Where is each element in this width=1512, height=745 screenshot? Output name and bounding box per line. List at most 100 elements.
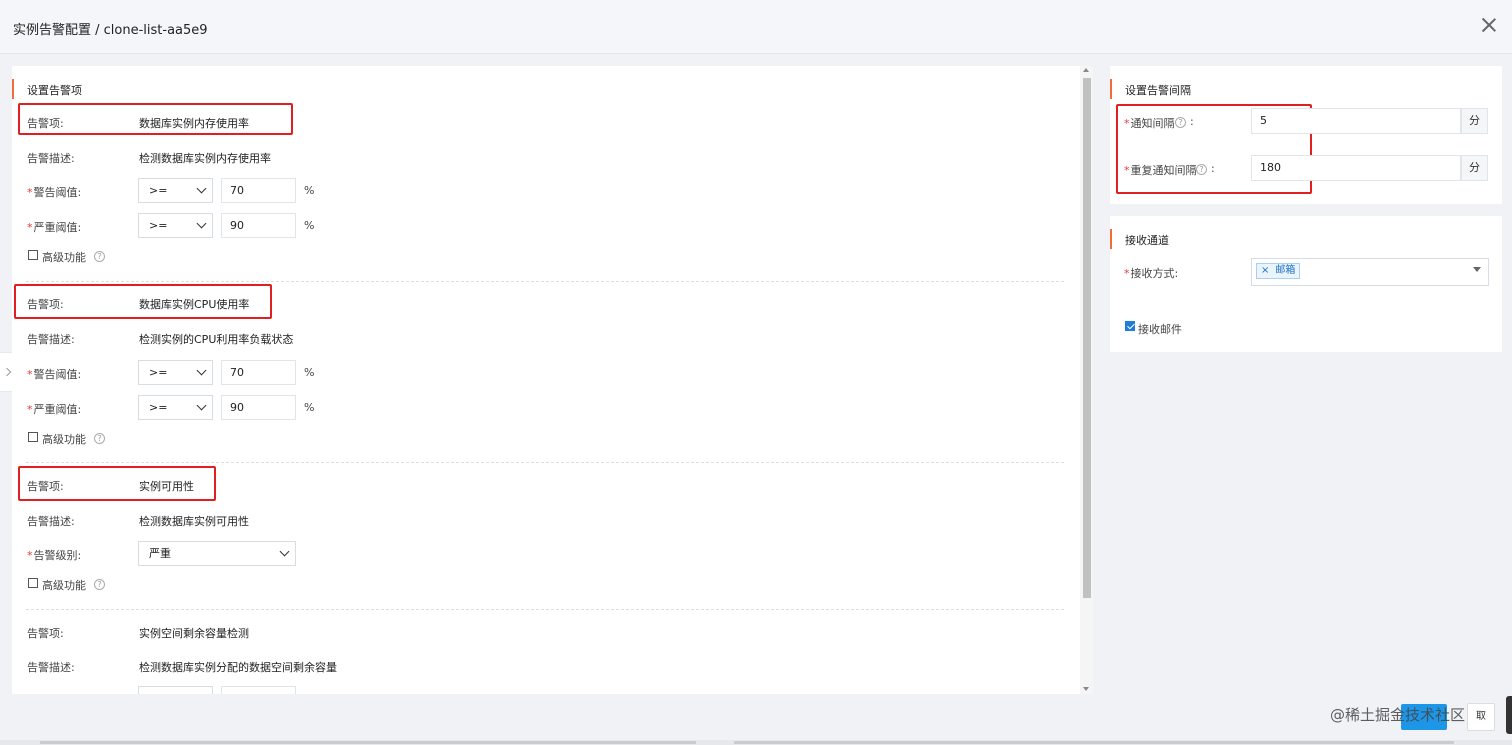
crit-threshold-input[interactable]: 90	[221, 213, 296, 238]
advanced-checkbox[interactable]	[28, 578, 38, 588]
repeat-interval-label-text: 重复通知间隔	[1130, 164, 1197, 177]
select-value: >=	[149, 401, 168, 414]
advanced-checkbox[interactable]	[28, 250, 38, 260]
alert-item-label: 告警项:	[27, 627, 64, 640]
notify-interval-input[interactable]: 5	[1251, 108, 1461, 134]
warn-operator-select[interactable]: >=	[138, 178, 213, 203]
tag-label: 邮箱	[1275, 265, 1296, 276]
chevron-down-icon	[196, 183, 207, 194]
help-icon[interactable]: ?	[1175, 117, 1186, 128]
interval-card: 设置告警间隔 *通知间隔 ? : 5 分 *重复通知间隔 ? : 180 分	[1110, 66, 1502, 204]
select-value: >=	[149, 219, 168, 232]
scroll-up-arrow-icon[interactable]	[1083, 68, 1089, 72]
alert-desc-label: 告警描述:	[27, 333, 75, 346]
colon: :	[1211, 162, 1215, 175]
section-accent-bar	[12, 79, 14, 99]
scroll-down-arrow-icon[interactable]	[1083, 687, 1089, 691]
required-mark: *	[27, 368, 33, 381]
advanced-label: 高级功能	[42, 579, 86, 592]
alert-desc-value: 检测实例的CPU利用率负载状态	[139, 333, 294, 346]
unit-label: %	[304, 184, 315, 197]
receive-mail-label: 接收邮件	[1138, 323, 1182, 336]
alert-item-value: 数据库实例CPU使用率	[139, 298, 250, 311]
section-title-channel: 接收通道	[1110, 229, 1169, 249]
dialog-title: 实例告警配置 / clone-list-aa5e9	[13, 23, 208, 38]
warn-threshold-label-text: 警告阈值:	[33, 186, 82, 199]
horizontal-scrollbar[interactable]	[0, 740, 1512, 745]
alert-desc-label: 告警描述:	[27, 152, 75, 165]
alert-item-value: 实例空间剩余容量检测	[139, 627, 249, 640]
section-title-text: 设置告警间隔	[1125, 84, 1191, 97]
required-mark: *	[27, 186, 33, 199]
crit-threshold-label: *严重阈值:	[27, 401, 81, 417]
warn-threshold-input[interactable]: 70	[221, 178, 296, 203]
warn-threshold-label-text: 警告阈值:	[33, 368, 82, 381]
crit-threshold-input[interactable]: 90	[221, 395, 296, 420]
notify-interval-label-text: 通知间隔	[1130, 117, 1175, 130]
section-accent-bar	[1110, 79, 1112, 99]
advanced-label: 高级功能	[42, 251, 86, 264]
warn-threshold-label: *警告阈值:	[27, 184, 81, 200]
crit-operator-select[interactable]: >=	[138, 395, 213, 420]
alert-desc-label: 告警描述:	[27, 515, 75, 528]
section-title-interval: 设置告警间隔	[1110, 79, 1191, 99]
section-title-text: 设置告警项	[27, 84, 82, 97]
required-mark: *	[27, 549, 33, 562]
alert-desc-value: 检测数据库实例分配的数据空间剩余容量	[139, 661, 337, 674]
alert-level-label-text: 告警级别:	[33, 549, 82, 562]
chevron-down-icon	[196, 400, 207, 411]
advanced-label: 高级功能	[42, 433, 86, 446]
unit-addon: 分	[1461, 108, 1488, 134]
watermark: @稀土掘金技术社区	[1330, 706, 1466, 724]
partial-input[interactable]	[221, 686, 296, 694]
caret-down-icon	[1473, 267, 1481, 272]
warn-operator-select[interactable]: >=	[138, 360, 213, 385]
unit-addon: 分	[1461, 155, 1488, 181]
section-title-alert-items: 设置告警项	[12, 79, 82, 99]
help-icon[interactable]: ?	[94, 251, 105, 262]
chevron-down-icon	[196, 365, 207, 376]
divider	[26, 281, 1064, 282]
warn-threshold-input[interactable]: 70	[221, 360, 296, 385]
scroll-segment[interactable]	[734, 741, 1454, 744]
tag-remove-icon[interactable]: ×	[1261, 265, 1269, 276]
divider	[26, 609, 1064, 610]
section-accent-bar	[1110, 229, 1112, 249]
help-icon[interactable]: ?	[94, 579, 105, 590]
warn-threshold-label: *警告阈值:	[27, 366, 81, 382]
receive-method-label-text: 接收方式:	[1130, 267, 1179, 280]
required-mark: *	[1124, 267, 1130, 280]
required-mark: *	[27, 221, 33, 234]
select-value: 严重	[149, 547, 171, 560]
scroll-segment[interactable]	[40, 741, 696, 744]
help-icon[interactable]: ?	[1196, 164, 1207, 175]
cancel-button[interactable]: 取	[1467, 703, 1495, 731]
colon: :	[1190, 115, 1194, 128]
chevron-down-icon	[196, 218, 207, 229]
close-icon[interactable]	[1480, 16, 1498, 34]
divider	[26, 462, 1064, 463]
receive-method-label: *接收方式:	[1124, 265, 1178, 281]
select-value: >=	[149, 366, 168, 379]
dialog-header: 实例告警配置 / clone-list-aa5e9	[0, 0, 1512, 54]
advanced-checkbox[interactable]	[28, 432, 38, 442]
receive-mail-checkbox[interactable]	[1125, 321, 1135, 331]
required-mark: *	[1124, 117, 1130, 130]
alert-level-select[interactable]: 严重	[138, 541, 296, 566]
channel-card: 接收通道 *接收方式: × 邮箱 接收邮件	[1110, 216, 1502, 352]
scroll-thumb[interactable]	[1083, 78, 1091, 598]
alert-item-label: 告警项:	[27, 298, 64, 311]
partial-select[interactable]	[138, 686, 213, 694]
notify-interval-label: *通知间隔	[1124, 115, 1175, 131]
unit-label: %	[304, 401, 315, 414]
help-icon[interactable]: ?	[94, 433, 105, 444]
alert-desc-label: 告警描述:	[27, 661, 75, 674]
alert-item-value: 实例可用性	[139, 480, 194, 493]
crit-threshold-label-text: 严重阈值:	[33, 403, 82, 416]
alert-level-label: *告警级别:	[27, 547, 81, 563]
scrollbar[interactable]	[1080, 66, 1093, 694]
alert-item-value: 数据库实例内存使用率	[139, 117, 249, 130]
required-mark: *	[1124, 164, 1130, 177]
crit-operator-select[interactable]: >=	[138, 213, 213, 238]
repeat-interval-input[interactable]: 180	[1251, 155, 1461, 181]
